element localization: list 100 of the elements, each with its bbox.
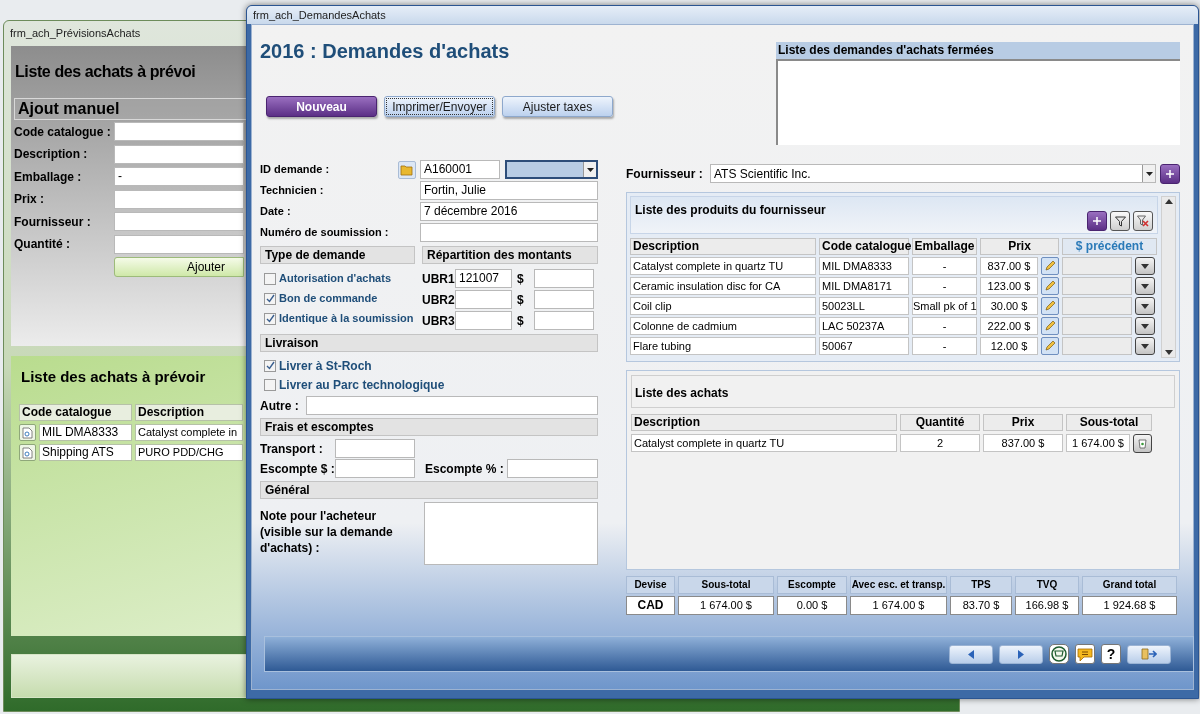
table-cell: Catalyst complete in quartz TU: [630, 257, 816, 275]
input-field[interactable]: [455, 290, 512, 309]
input-field[interactable]: [1062, 317, 1132, 335]
note-field[interactable]: [424, 502, 598, 565]
table-cell: 0.00 $: [777, 596, 847, 615]
dropdown[interactable]: ATS Scientific Inc.: [710, 164, 1156, 183]
input-field[interactable]: [335, 439, 415, 458]
section-header: Type de demande: [260, 246, 415, 264]
checkbox[interactable]: [264, 292, 276, 305]
input-field[interactable]: [114, 212, 244, 231]
edit-button[interactable]: [1041, 277, 1059, 295]
column-header: Prix: [980, 238, 1059, 255]
dropdown-button[interactable]: [1135, 297, 1155, 315]
input-field[interactable]: [114, 234, 244, 254]
cart-button[interactable]: [1049, 644, 1069, 664]
window-title: frm_ach_PrévisionsAchats: [10, 26, 141, 42]
next-button[interactable]: [999, 644, 1043, 664]
delete-button[interactable]: [1133, 434, 1152, 453]
section-header: Général: [260, 481, 598, 499]
table-cell: Shipping ATS: [39, 444, 132, 461]
table-cell: 222.00 $: [980, 317, 1038, 335]
input-field[interactable]: [114, 189, 244, 209]
checkbox[interactable]: [264, 312, 276, 325]
open-button[interactable]: [19, 424, 36, 441]
input-field[interactable]: [114, 144, 244, 164]
pencil-icon: [1044, 260, 1056, 272]
column-header: Description: [630, 238, 816, 255]
action-button[interactable]: Ajuster taxes: [502, 96, 613, 117]
edit-button[interactable]: [1041, 337, 1059, 355]
input-field[interactable]: [114, 122, 244, 141]
left-arrow-icon: [968, 649, 974, 659]
previous-button[interactable]: [949, 644, 993, 664]
input-field[interactable]: [1062, 277, 1132, 295]
column-header: Code catalogue: [19, 404, 132, 421]
new-button[interactable]: Nouveau: [266, 96, 377, 117]
comment-button[interactable]: [1075, 644, 1095, 664]
input-field[interactable]: [420, 223, 598, 242]
column-header: TPS: [950, 576, 1012, 594]
table-cell: 50067: [819, 337, 909, 355]
dropdown-button[interactable]: [1135, 277, 1155, 295]
field-label: Escompte % :: [424, 460, 505, 478]
edit-button[interactable]: [1041, 317, 1059, 335]
checkbox[interactable]: [264, 272, 276, 285]
open-button[interactable]: [19, 444, 36, 461]
column-header: Prix: [983, 414, 1063, 431]
field-label: Date :: [260, 204, 292, 220]
add-button[interactable]: Ajouter: [114, 256, 244, 277]
filter-icon: [1114, 215, 1126, 227]
checkbox[interactable]: [264, 378, 276, 391]
help-button[interactable]: ?: [1101, 644, 1121, 664]
input-field[interactable]: [1062, 297, 1132, 315]
input-field[interactable]: Fortin, Julie: [420, 181, 598, 200]
table-cell: -: [912, 277, 977, 295]
edit-button[interactable]: [1041, 257, 1059, 275]
input-field[interactable]: [534, 269, 594, 288]
dropdown-button[interactable]: [1135, 337, 1155, 355]
input-field[interactable]: A160001: [420, 160, 500, 179]
input-field[interactable]: [534, 311, 594, 330]
pencil-icon: [1044, 320, 1056, 332]
action-button[interactable]: Imprimer/Envoyer: [384, 96, 495, 117]
exit-button[interactable]: [1127, 644, 1171, 664]
list-box[interactable]: [776, 59, 1180, 145]
add-button[interactable]: [1087, 211, 1107, 231]
column-header: Emballage: [912, 238, 977, 255]
add-button[interactable]: [1160, 163, 1180, 184]
input-field[interactable]: [455, 311, 512, 330]
filter-cross-icon: [1137, 215, 1149, 227]
table-cell: 1 674.00 $: [1066, 434, 1130, 452]
column-header: Description: [631, 414, 897, 431]
input-field[interactable]: 121007: [455, 269, 512, 288]
field-label: Transport :: [260, 440, 324, 458]
dropdown-button[interactable]: [1135, 257, 1155, 275]
table-cell: -: [912, 257, 977, 275]
checkbox[interactable]: [264, 359, 276, 372]
input-field[interactable]: [1062, 257, 1132, 275]
clear-filter-button[interactable]: [1133, 211, 1153, 231]
table-cell: Flare tubing: [630, 337, 816, 355]
input-field[interactable]: [534, 290, 594, 309]
filter-button[interactable]: [1110, 211, 1130, 231]
input-field[interactable]: [1062, 337, 1132, 355]
checkbox-label: Identique à la soumission: [279, 311, 414, 327]
input-field[interactable]: -: [114, 167, 244, 186]
table-cell: MIL DMA8333: [819, 257, 909, 275]
column-header: Sous-total: [678, 576, 774, 594]
section-title: Liste des achats à prévoir: [21, 367, 206, 386]
input-field[interactable]: [335, 459, 415, 478]
table-cell: PURO PDD/CHG: [135, 444, 243, 461]
edit-button[interactable]: [1041, 297, 1059, 315]
checkbox-label: Livrer à St-Roch: [279, 357, 372, 375]
scrollbar[interactable]: [1161, 196, 1176, 358]
dropdown[interactable]: [505, 160, 598, 179]
table-cell: Coil clip: [630, 297, 816, 315]
field-label: UBR1: [422, 270, 455, 288]
dropdown-button[interactable]: [1135, 317, 1155, 335]
open-button[interactable]: [398, 160, 416, 179]
table-cell: Catalyst complete in: [135, 424, 243, 441]
section-header: Livraison: [260, 334, 598, 352]
input-field[interactable]: [306, 396, 598, 415]
input-field[interactable]: [507, 459, 598, 478]
input-field[interactable]: 7 décembre 2016: [420, 202, 598, 221]
